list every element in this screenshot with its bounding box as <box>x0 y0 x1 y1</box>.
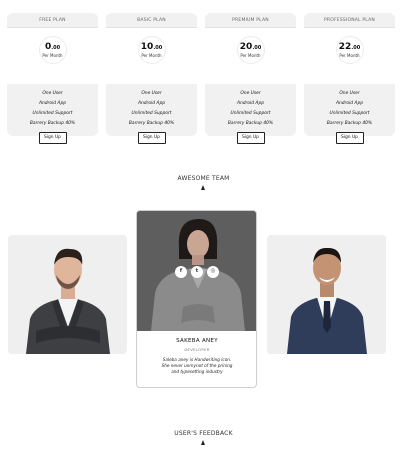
price-period: Per Month <box>240 53 261 58</box>
feature-list: One User Android App Unlimited Support B… <box>304 84 395 144</box>
plan-header: FREE PLAN <box>7 13 98 28</box>
plan-card-free: FREE PLAN 0.00 Per Month One User Androi… <box>7 13 98 144</box>
plan-name: BASIC PLAN <box>137 17 166 23</box>
man-suit-photo <box>267 235 386 354</box>
price-circle: 20.00 Per Month <box>236 36 265 64</box>
price-period: Per Month <box>42 53 63 58</box>
price-circle: 10.00 Per Month <box>137 36 166 64</box>
plan-header: BASIC PLAN <box>106 13 197 28</box>
feature-list: One User Android App Unlimited Support B… <box>205 84 296 144</box>
instagram-icon[interactable]: ◎ <box>207 266 219 278</box>
feature-item: One User <box>339 91 360 96</box>
member-photo-overlay: f t ◎ <box>137 211 256 331</box>
feature-item: Barrery Backup 40% <box>227 121 274 126</box>
plan-price-area: 22.00 Per Month <box>304 28 395 84</box>
feature-item: Barrery Backup 40% <box>128 121 175 126</box>
feature-item: Android App <box>38 101 67 106</box>
feature-item: Barrery Backup 40% <box>29 121 76 126</box>
triangle-up-icon <box>201 185 205 190</box>
sign-up-button[interactable]: Sign Up <box>335 132 364 144</box>
plan-name: FREE PLAN <box>39 17 66 23</box>
price-period: Per Month <box>339 53 360 58</box>
feature-item: One User <box>240 91 261 96</box>
feature-item: Android App <box>236 101 265 106</box>
feature-item: One User <box>141 91 162 96</box>
triangle-up-icon <box>201 440 205 445</box>
member-role: DEVELOPER <box>184 347 210 352</box>
feature-item: Unlimited Support <box>131 111 172 116</box>
price-circle: 22.00 Per Month <box>335 36 364 64</box>
feature-list: One User Android App Unlimited Support B… <box>106 84 197 144</box>
plan-price-area: 10.00 Per Month <box>106 28 197 84</box>
sign-up-button[interactable]: Sign Up <box>137 132 166 144</box>
team-section-title: AWESOME TEAM <box>177 175 230 182</box>
team-member-card-left[interactable] <box>8 235 127 354</box>
price-value: 0.00 <box>44 42 61 52</box>
feature-item: Unlimited Support <box>329 111 370 116</box>
facebook-icon[interactable]: f <box>175 266 187 278</box>
plan-header: PROFESSIONAL PLAN <box>304 13 395 28</box>
sign-up-button[interactable]: Sign Up <box>236 132 265 144</box>
plan-name: PROFESSIONAL PLAN <box>324 17 375 23</box>
plan-header: PREMIUM PLAN <box>205 13 296 28</box>
feedback-section-title: USER'S FEEDBACK <box>174 430 233 437</box>
price-period: Per Month <box>141 53 162 58</box>
pricing-section: FREE PLAN 0.00 Per Month One User Androi… <box>0 13 407 144</box>
feature-list: One User Android App Unlimited Support B… <box>7 84 98 144</box>
price-circle: 0.00 Per Month <box>38 36 67 64</box>
twitter-icon[interactable]: t <box>191 266 203 278</box>
sign-up-button[interactable]: Sign Up <box>38 132 67 144</box>
plan-card-premium: PREMIUM PLAN 20.00 Per Month One User An… <box>205 13 296 144</box>
price-value: 10.00 <box>140 42 163 52</box>
feature-item: One User <box>42 91 63 96</box>
plan-card-professional: PROFESSIONAL PLAN 22.00 Per Month One Us… <box>304 13 395 144</box>
plan-price-area: 20.00 Per Month <box>205 28 296 84</box>
feature-item: Unlimited Support <box>32 111 73 116</box>
feature-item: Android App <box>335 101 364 106</box>
price-value: 22.00 <box>338 42 361 52</box>
team-member-card-right[interactable] <box>267 235 386 354</box>
member-bio: Saleba aney is Handwriting icon. She nev… <box>161 357 233 374</box>
team-member-card-featured[interactable]: f t ◎ SAKEBA ANEY DEVELOPER Saleba aney … <box>136 210 257 388</box>
plan-name: PREMIUM PLAN <box>232 17 269 23</box>
member-name: SAKEBA ANEY <box>176 338 218 344</box>
price-value: 20.00 <box>239 42 262 52</box>
plan-card-basic: BASIC PLAN 10.00 Per Month One User Andr… <box>106 13 197 144</box>
feature-item: Unlimited Support <box>230 111 271 116</box>
feature-item: Android App <box>137 101 166 106</box>
feature-item: Barrery Backup 40% <box>326 121 373 126</box>
plan-price-area: 0.00 Per Month <box>7 28 98 84</box>
man-crossed-arms-photo <box>8 235 127 354</box>
